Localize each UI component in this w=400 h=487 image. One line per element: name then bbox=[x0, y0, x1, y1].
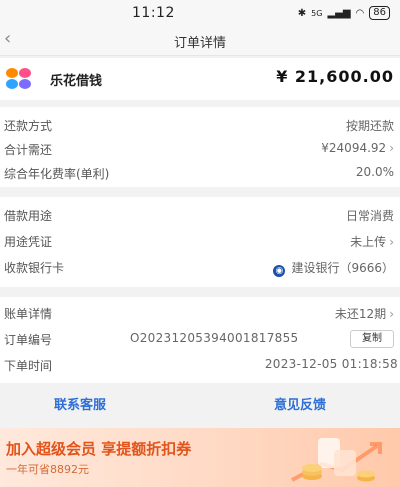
chevron-right-icon: › bbox=[389, 235, 394, 249]
loan-amount: ¥ 21,600.00 bbox=[276, 67, 394, 86]
order-number-row: 订单编号 O20231205394001817855 复制 bbox=[0, 327, 400, 351]
order-info-section: 账单详情 未还12期 › 订单编号 O20231205394001817855 复… bbox=[0, 297, 400, 383]
status-time: 11:12 bbox=[132, 5, 175, 21]
total-due-value: ¥24094.92 bbox=[321, 141, 387, 155]
loan-purpose-label: 借款用途 bbox=[4, 209, 53, 223]
brand-logo-icon bbox=[6, 68, 32, 90]
status-bar: 11:12 ✱ 5G ▂▄▆ ◠ 86 bbox=[0, 0, 400, 26]
status-icons: ✱ 5G ▂▄▆ ◠ 86 bbox=[298, 6, 390, 20]
sig-label: 5G bbox=[311, 8, 323, 18]
copy-button[interactable]: 复制 bbox=[350, 330, 394, 348]
membership-banner[interactable]: 加入超级会员 享提额折扣券 一年可省8892元 bbox=[0, 428, 400, 487]
annual-rate-value: 20.0% bbox=[355, 165, 394, 179]
purpose-proof-label: 用途凭证 bbox=[4, 235, 53, 249]
purpose-proof-value-wrap: 未上传 › bbox=[350, 233, 394, 250]
brand-name: 乐花借钱 bbox=[50, 74, 103, 89]
coins-illustration-icon bbox=[291, 438, 382, 482]
page-title: 订单详情 bbox=[173, 36, 226, 51]
feedback-link[interactable]: 意见反馈 bbox=[274, 394, 326, 413]
order-number-value: O20231205394001817855 bbox=[130, 331, 299, 345]
loan-purpose-row: 借款用途 日常消费 bbox=[0, 203, 400, 227]
bill-details-value-wrap: 未还12期 › bbox=[335, 305, 394, 322]
signal-icon: ▂▄▆ bbox=[327, 7, 351, 19]
order-time-label: 下单时间 bbox=[4, 359, 53, 373]
bank-card-label: 收款银行卡 bbox=[4, 261, 65, 275]
wifi-icon: ◠ bbox=[355, 7, 365, 19]
bank-logo-icon: ◉ bbox=[273, 265, 286, 277]
chevron-right-icon: › bbox=[389, 141, 394, 155]
contact-service-link[interactable]: 联系客服 bbox=[54, 394, 106, 413]
banner-title: 加入超级会员 享提额折扣券 bbox=[6, 440, 192, 458]
bill-details-label: 账单详情 bbox=[4, 307, 53, 321]
total-due-value-wrap: ¥24094.92 › bbox=[321, 141, 394, 155]
purpose-proof-value: 未上传 bbox=[350, 235, 387, 249]
total-due-label: 合计需还 bbox=[4, 143, 53, 157]
battery-icon: 86 bbox=[369, 6, 390, 20]
loan-info-section: 借款用途 日常消费 用途凭证 未上传 › 收款银行卡 ◉ 建设银行（9666） bbox=[0, 197, 400, 287]
order-number-label: 订单编号 bbox=[4, 333, 53, 347]
nfc-icon: ✱ bbox=[297, 7, 307, 19]
chevron-right-icon: › bbox=[389, 307, 394, 321]
bill-details-row[interactable]: 账单详情 未还12期 › bbox=[0, 301, 400, 325]
order-time-row: 下单时间 2023-12-05 01:18:58 bbox=[0, 353, 400, 377]
footer-links: 联系客服 意见反馈 bbox=[0, 390, 400, 418]
repayment-method-row: 还款方式 按期还款 bbox=[0, 113, 400, 137]
bank-card-row: 收款银行卡 ◉ 建设银行（9666） bbox=[0, 255, 400, 279]
repayment-section: 还款方式 按期还款 合计需还 ¥24094.92 › 综合年化费率(单利) 20.… bbox=[0, 107, 400, 187]
purpose-proof-row[interactable]: 用途凭证 未上传 › bbox=[0, 229, 400, 253]
total-due-row[interactable]: 合计需还 ¥24094.92 › bbox=[0, 137, 400, 161]
nav-bar: ‹ 订单详情 bbox=[0, 26, 400, 56]
annual-rate-row: 综合年化费率(单利) 20.0% bbox=[0, 161, 400, 185]
bank-card-value-wrap: ◉ 建设银行（9666） bbox=[273, 259, 394, 277]
bill-details-value: 未还12期 bbox=[334, 307, 387, 321]
bank-card-value: 建设银行（9666） bbox=[291, 261, 394, 275]
loan-purpose-value: 日常消费 bbox=[345, 209, 394, 223]
annual-rate-label: 综合年化费率(单利) bbox=[4, 167, 110, 181]
loan-header: 乐花借钱 ¥ 21,600.00 bbox=[0, 58, 400, 100]
repayment-method-value: 按期还款 bbox=[345, 119, 394, 133]
banner-subtitle: 一年可省8892元 bbox=[6, 463, 89, 476]
repayment-method-label: 还款方式 bbox=[4, 119, 53, 133]
order-time-value: 2023-12-05 01:18:58 bbox=[264, 357, 398, 371]
